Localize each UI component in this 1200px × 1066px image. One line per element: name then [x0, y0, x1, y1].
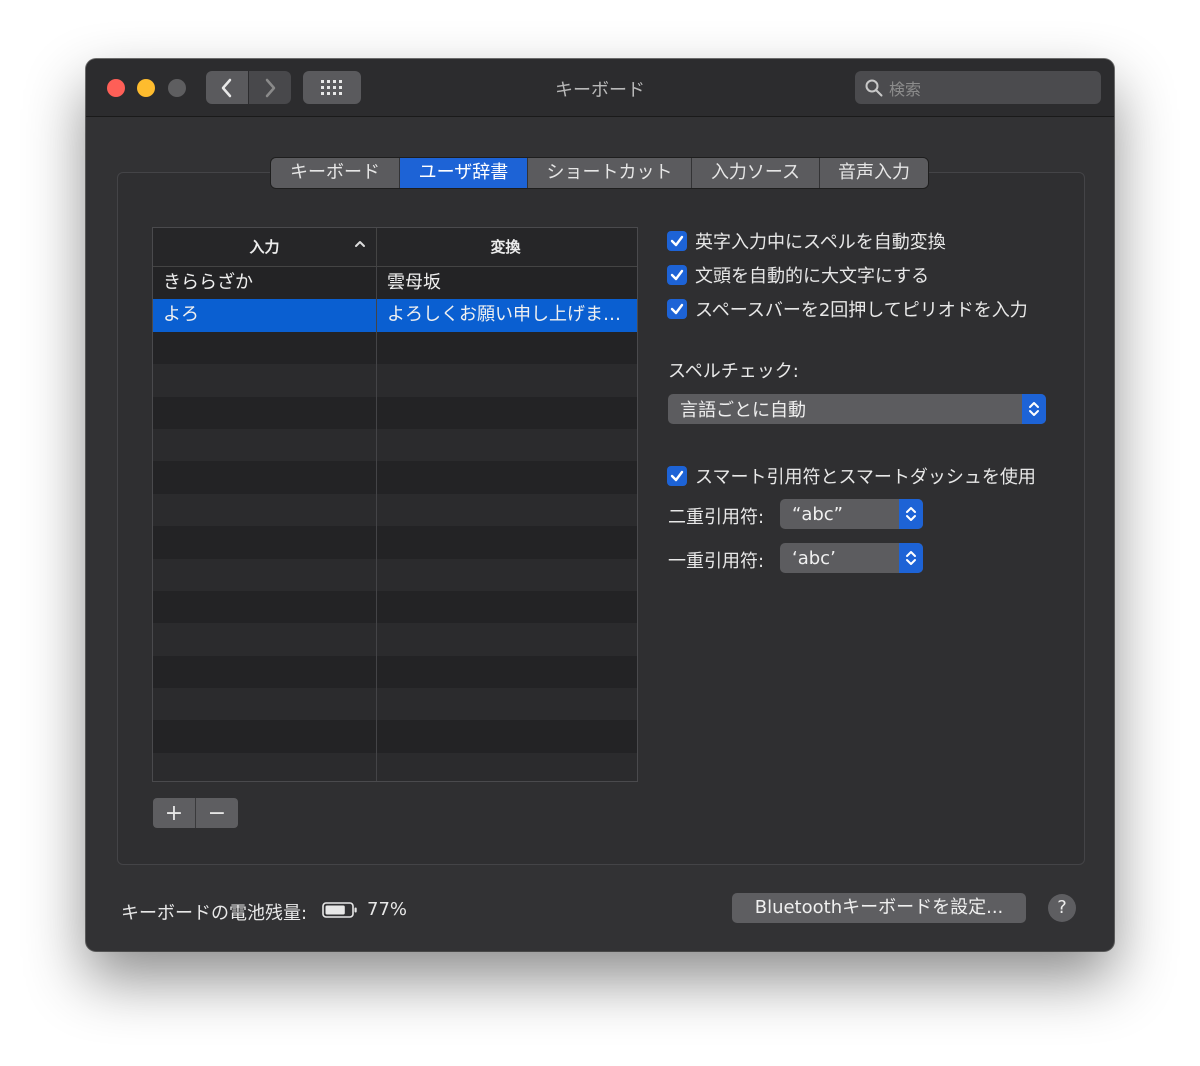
table-body: きららざか 雲母坂 よろ よろしくお願い申し上げま…	[153, 267, 637, 781]
empty-row	[153, 364, 637, 397]
cell-input: よろ	[163, 304, 199, 326]
cell-conversion: よろしくお願い申し上げま…	[387, 304, 621, 326]
sort-ascending-icon	[354, 228, 366, 266]
autocorrect-label: 英字入力中にスペルを自動変換	[695, 232, 946, 253]
period-label: スペースバーを2回押してピリオドを入力	[695, 300, 1028, 321]
add-entry-button[interactable]: +	[153, 798, 196, 828]
period-checkbox[interactable]	[667, 299, 687, 319]
up-down-chevron-icon	[899, 499, 923, 529]
spellcheck-popup[interactable]: 言語ごとに自動	[668, 394, 1046, 424]
battery-percent: 77%	[367, 899, 408, 920]
column-header-conversion[interactable]: 変換	[377, 228, 634, 266]
empty-row	[153, 526, 637, 559]
single-quote-popup[interactable]: ‘abc’	[780, 543, 923, 573]
checkmark-icon	[670, 235, 684, 247]
search-field[interactable]: 検索	[855, 71, 1101, 104]
title-bar: キーボード 検索	[86, 59, 1114, 117]
empty-row	[153, 558, 637, 591]
up-down-chevron-icon	[1022, 394, 1046, 424]
setup-bluetooth-keyboard-button[interactable]: Bluetoothキーボードを設定...	[732, 893, 1026, 923]
empty-row	[153, 396, 637, 429]
table-row[interactable]: きららざか 雲母坂	[153, 267, 637, 300]
double-quote-label: 二重引用符:	[668, 507, 765, 528]
user-dictionary-table: 入力 変換 きららざか 雲母坂 よろ よろしくお願い申し上げま…	[152, 227, 638, 782]
table-header: 入力 変換	[153, 228, 637, 267]
empty-row	[153, 655, 637, 689]
add-remove-control: + −	[153, 798, 238, 828]
autocorrect-option[interactable]: 英字入力中にスペルを自動変換	[667, 228, 946, 254]
autocorrect-checkbox[interactable]	[667, 231, 687, 251]
empty-row	[153, 688, 637, 721]
cell-input: きららざか	[163, 272, 253, 293]
single-quote-label: 一重引用符:	[668, 551, 765, 572]
spellcheck-value: 言語ごとに自動	[680, 400, 806, 421]
checkmark-icon	[670, 269, 684, 281]
smart-quotes-option[interactable]: スマート引用符とスマートダッシュを使用	[667, 463, 1036, 489]
smart-quotes-label: スマート引用符とスマートダッシュを使用	[695, 467, 1036, 488]
spellcheck-label: スペルチェック:	[668, 361, 799, 382]
capitalize-checkbox[interactable]	[667, 265, 687, 285]
capitalize-label: 文頭を自動的に大文字にする	[695, 266, 930, 287]
checkmark-icon	[670, 470, 684, 482]
single-quote-value: ‘abc’	[792, 547, 836, 569]
column-input-label: 入力	[249, 238, 280, 256]
empty-row	[153, 623, 637, 656]
empty-row	[153, 493, 637, 527]
empty-row	[153, 331, 637, 365]
double-quote-popup[interactable]: “abc”	[780, 499, 923, 529]
tab-dictation[interactable]: 音声入力	[820, 158, 928, 188]
empty-row	[153, 720, 637, 753]
empty-row	[153, 428, 637, 462]
preferences-window: キーボード 検索 キーボード ユーザ辞書 ショートカット 入力ソース 音声入力 …	[86, 59, 1114, 951]
cell-conversion: 雲母坂	[387, 272, 441, 293]
capitalize-option[interactable]: 文頭を自動的に大文字にする	[667, 262, 929, 288]
period-option[interactable]: スペースバーを2回押してピリオドを入力	[667, 296, 1028, 322]
tab-keyboard[interactable]: キーボード	[271, 158, 400, 188]
battery-icon	[322, 901, 358, 923]
up-down-chevron-icon	[899, 543, 923, 573]
empty-row	[153, 752, 637, 781]
empty-row	[153, 461, 637, 494]
double-quote-value: “abc”	[792, 503, 844, 525]
tab-bar: キーボード ユーザ辞書 ショートカット 入力ソース 音声入力	[270, 157, 929, 189]
smart-quotes-checkbox[interactable]	[667, 466, 687, 486]
remove-entry-button[interactable]: −	[196, 798, 238, 828]
empty-row	[153, 590, 637, 624]
help-button[interactable]: ?	[1048, 894, 1076, 922]
search-icon	[865, 79, 883, 96]
tab-input-sources[interactable]: 入力ソース	[692, 158, 820, 188]
battery-label: キーボードの電池残量:	[121, 903, 308, 924]
column-divider	[376, 266, 377, 781]
search-placeholder: 検索	[889, 79, 922, 99]
tab-user-dictionary[interactable]: ユーザ辞書	[400, 158, 528, 188]
column-header-input[interactable]: 入力	[153, 228, 377, 266]
table-row-selected[interactable]: よろ よろしくお願い申し上げま…	[153, 299, 637, 332]
checkmark-icon	[670, 303, 684, 315]
tab-shortcuts[interactable]: ショートカット	[528, 158, 692, 188]
